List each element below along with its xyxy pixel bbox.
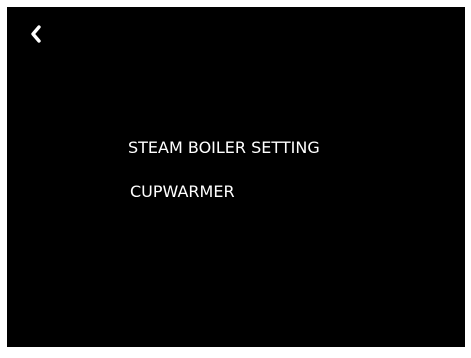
device-screen: STEAM BOILER SETTING CUPWARMER <box>7 7 465 347</box>
chevron-left-icon <box>23 21 49 47</box>
back-button[interactable] <box>23 21 49 47</box>
settings-menu: STEAM BOILER SETTING CUPWARMER <box>128 136 320 204</box>
menu-item-steam-boiler-setting[interactable]: STEAM BOILER SETTING <box>128 136 320 160</box>
menu-item-cupwarmer[interactable]: CUPWARMER <box>130 180 320 204</box>
